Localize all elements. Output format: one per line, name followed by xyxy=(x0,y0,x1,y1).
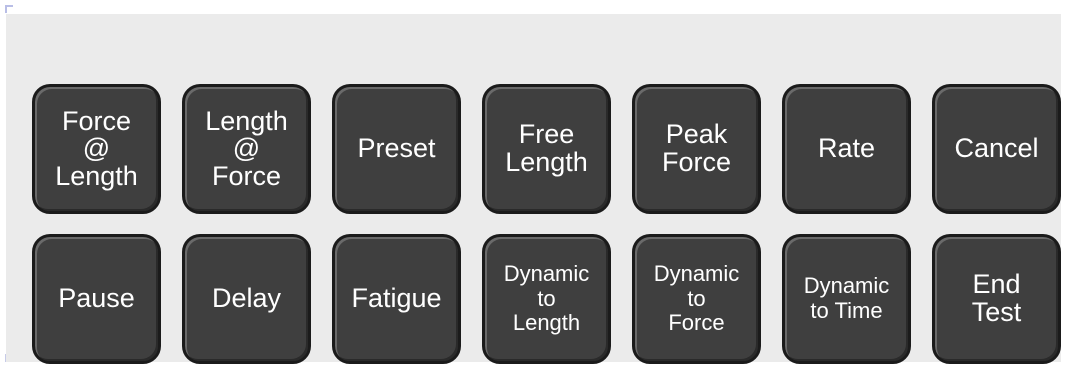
end-test-button[interactable]: End Test xyxy=(932,234,1061,364)
free-length-button[interactable]: Free Length xyxy=(482,84,611,214)
force-at-length-button[interactable]: Force @ Length xyxy=(32,84,161,214)
peak-force-button[interactable]: Peak Force xyxy=(632,84,761,214)
delay-button[interactable]: Delay xyxy=(182,234,311,364)
preset-button[interactable]: Preset xyxy=(332,84,461,214)
dynamic-to-force-button[interactable]: Dynamic to Force xyxy=(632,234,761,364)
dynamic-to-length-button[interactable]: Dynamic to Length xyxy=(482,234,611,364)
pause-button[interactable]: Pause xyxy=(32,234,161,364)
corner-mark xyxy=(5,5,13,13)
fatigue-button[interactable]: Fatigue xyxy=(332,234,461,364)
button-grid: Force @ Length Length @ Force Preset Fre… xyxy=(32,84,1061,364)
length-at-force-button[interactable]: Length @ Force xyxy=(182,84,311,214)
cancel-button[interactable]: Cancel xyxy=(932,84,1061,214)
button-panel: Force @ Length Length @ Force Preset Fre… xyxy=(6,14,1061,364)
dynamic-to-time-button[interactable]: Dynamic to Time xyxy=(782,234,911,364)
rate-button[interactable]: Rate xyxy=(782,84,911,214)
